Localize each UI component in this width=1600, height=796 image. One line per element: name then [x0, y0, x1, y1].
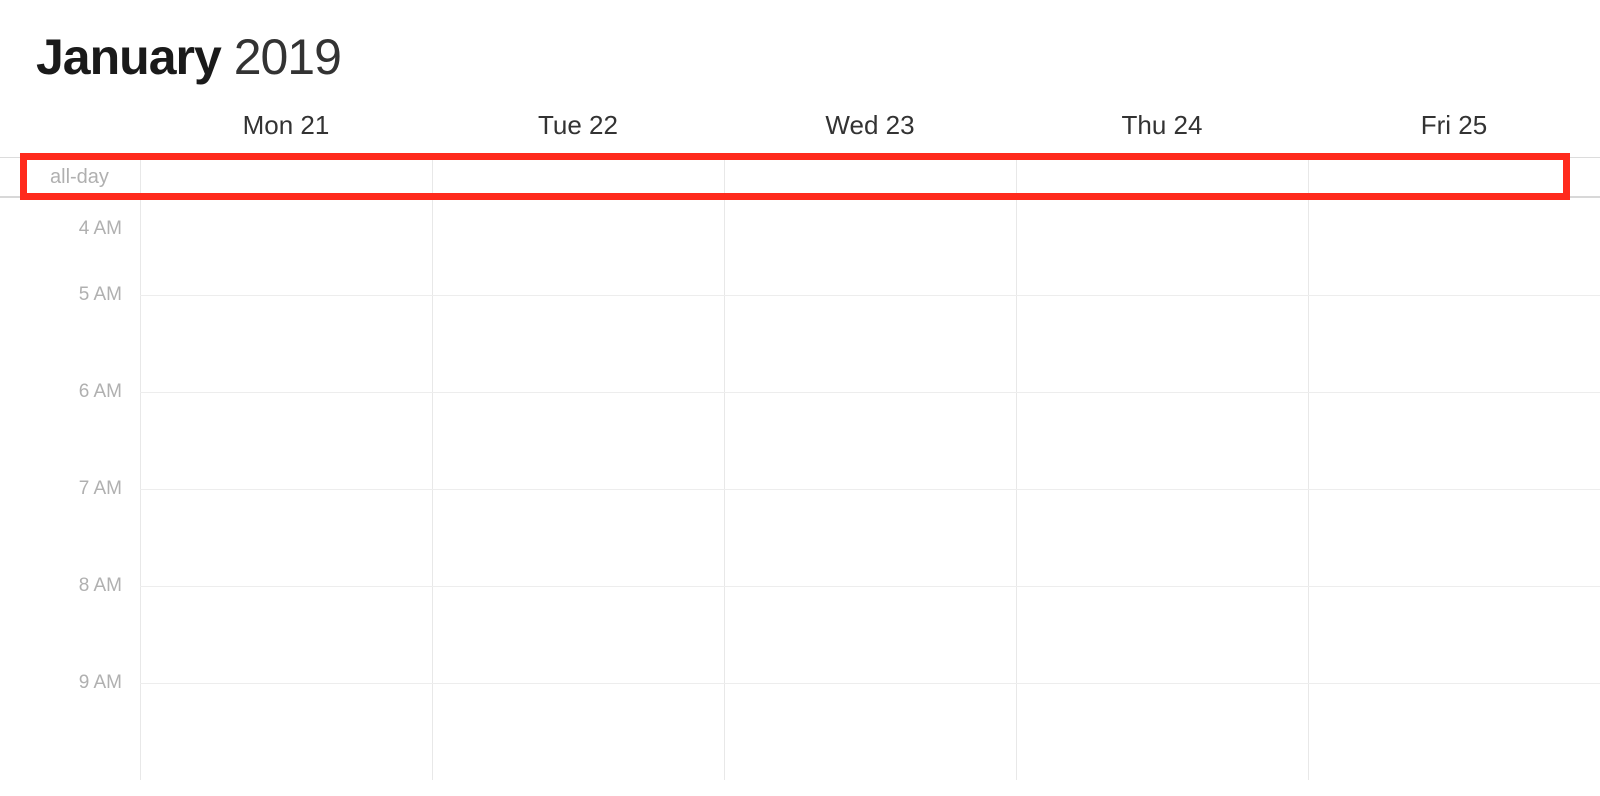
all-day-cell-thu[interactable] [1016, 158, 1308, 196]
day-header-fri[interactable]: Fri 25 [1308, 110, 1600, 157]
time-cell-tue-8am[interactable] [432, 586, 724, 683]
time-cell-mon-8am[interactable] [140, 586, 432, 683]
time-cell-mon-4am[interactable] [140, 198, 432, 295]
time-cell-thu-7am[interactable] [1016, 489, 1308, 586]
all-day-row: all-day [0, 158, 1600, 198]
time-row-7am: 7 AM [0, 489, 1600, 586]
title-year: 2019 [234, 29, 341, 85]
time-label-cell: 5 AM [0, 295, 140, 392]
hour-line [140, 683, 1600, 684]
time-cell-mon-7am[interactable] [140, 489, 432, 586]
time-cell-mon-9am[interactable] [140, 683, 432, 780]
time-label-5am: 5 AM [79, 284, 122, 306]
day-header-thu[interactable]: Thu 24 [1016, 110, 1308, 157]
hour-line [140, 295, 1600, 296]
calendar-header: January 2019 [0, 0, 1600, 110]
time-cell-fri-9am[interactable] [1308, 683, 1600, 780]
all-day-cell-wed[interactable] [724, 158, 1016, 196]
time-cell-wed-8am[interactable] [724, 586, 1016, 683]
time-cell-thu-9am[interactable] [1016, 683, 1308, 780]
time-row-6am: 6 AM [0, 392, 1600, 489]
time-row-4am: 4 AM [0, 198, 1600, 295]
time-cell-wed-6am[interactable] [724, 392, 1016, 489]
hour-line [140, 489, 1600, 490]
time-cell-wed-9am[interactable] [724, 683, 1016, 780]
time-label-cell: 8 AM [0, 586, 140, 683]
time-cell-tue-4am[interactable] [432, 198, 724, 295]
all-day-cell-tue[interactable] [432, 158, 724, 196]
page-title: January 2019 [36, 28, 1600, 86]
time-cell-fri-8am[interactable] [1308, 586, 1600, 683]
time-cell-fri-6am[interactable] [1308, 392, 1600, 489]
time-label-4am: 4 AM [79, 218, 122, 240]
time-cell-thu-5am[interactable] [1016, 295, 1308, 392]
all-day-cell-fri[interactable] [1308, 158, 1600, 196]
time-grid: 4 AM 5 AM 6 AM 7 AM [0, 198, 1600, 780]
time-cell-wed-5am[interactable] [724, 295, 1016, 392]
time-label-7am: 7 AM [79, 478, 122, 500]
time-label-cell: 4 AM [0, 198, 140, 295]
all-day-cell-mon[interactable] [140, 158, 432, 196]
time-row-9am: 9 AM [0, 683, 1600, 780]
time-cell-tue-9am[interactable] [432, 683, 724, 780]
time-label-6am: 6 AM [79, 381, 122, 403]
time-cell-thu-4am[interactable] [1016, 198, 1308, 295]
time-cell-thu-8am[interactable] [1016, 586, 1308, 683]
time-row-8am: 8 AM [0, 586, 1600, 683]
hour-line [140, 392, 1600, 393]
time-label-cell: 7 AM [0, 489, 140, 586]
day-header-mon[interactable]: Mon 21 [140, 110, 432, 157]
time-cell-tue-5am[interactable] [432, 295, 724, 392]
time-cell-tue-6am[interactable] [432, 392, 724, 489]
time-cell-tue-7am[interactable] [432, 489, 724, 586]
day-header-wed[interactable]: Wed 23 [724, 110, 1016, 157]
time-row-5am: 5 AM [0, 295, 1600, 392]
day-headers-row: Mon 21 Tue 22 Wed 23 Thu 24 Fri 25 [0, 110, 1600, 158]
time-cell-fri-5am[interactable] [1308, 295, 1600, 392]
hour-line [140, 586, 1600, 587]
time-cell-wed-4am[interactable] [724, 198, 1016, 295]
time-cell-mon-6am[interactable] [140, 392, 432, 489]
time-cell-fri-7am[interactable] [1308, 489, 1600, 586]
time-cell-mon-5am[interactable] [140, 295, 432, 392]
time-label-9am: 9 AM [79, 672, 122, 694]
time-cell-wed-7am[interactable] [724, 489, 1016, 586]
time-label-cell: 6 AM [0, 392, 140, 489]
title-month: January [36, 29, 221, 85]
all-day-label: all-day [0, 158, 140, 196]
time-label-8am: 8 AM [79, 575, 122, 597]
time-label-cell: 9 AM [0, 683, 140, 780]
day-header-tue[interactable]: Tue 22 [432, 110, 724, 157]
time-cell-fri-4am[interactable] [1308, 198, 1600, 295]
time-cell-thu-6am[interactable] [1016, 392, 1308, 489]
